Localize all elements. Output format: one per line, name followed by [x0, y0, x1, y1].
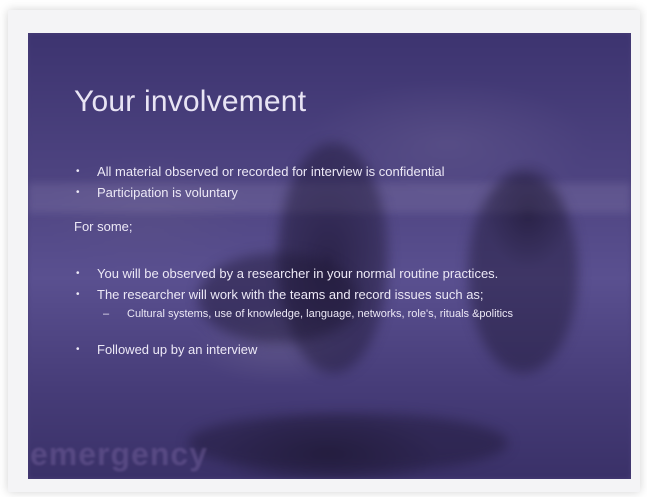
bullet-list-middle: • You will be observed by a researcher i…	[74, 265, 594, 321]
presentation-slide: emergency Your involvement • All materia…	[28, 33, 631, 479]
sub-list-item: – Cultural systems, use of knowledge, la…	[97, 307, 594, 321]
list-item: • All material observed or recorded for …	[74, 163, 594, 180]
bullet-list-top: • All material observed or recorded for …	[74, 163, 594, 201]
list-item: • The researcher will work with the team…	[74, 286, 594, 321]
bullet-icon: •	[76, 344, 80, 355]
list-item-text: All material observed or recorded for in…	[97, 164, 445, 179]
bullet-icon: •	[76, 289, 80, 300]
list-item-text: Followed up by an interview	[97, 342, 258, 357]
list-item: • Followed up by an interview	[74, 341, 594, 358]
list-item-text: You will be observed by a researcher in …	[97, 266, 499, 281]
bullet-icon: •	[76, 268, 80, 279]
sub-bullet-list: – Cultural systems, use of knowledge, la…	[97, 307, 594, 321]
dash-icon: –	[103, 308, 110, 320]
list-item-text: Participation is voluntary	[97, 185, 238, 200]
background-figure	[188, 413, 508, 473]
list-item: • Participation is voluntary	[74, 184, 594, 201]
list-item: • You will be observed by a researcher i…	[74, 265, 594, 282]
sub-list-item-text: Cultural systems, use of knowledge, lang…	[127, 308, 514, 320]
emergency-watermark: emergency	[30, 436, 208, 472]
bullet-icon: •	[76, 187, 80, 198]
plain-text: For some;	[74, 219, 133, 234]
list-item-text: The researcher will work with the teams …	[97, 287, 484, 302]
viewer-frame: emergency Your involvement • All materia…	[0, 0, 647, 497]
bullet-icon: •	[76, 166, 80, 177]
slide-title: Your involvement	[74, 85, 307, 118]
slide-content: • All material observed or recorded for …	[74, 163, 594, 362]
bullet-list-bottom: • Followed up by an interview	[74, 341, 594, 358]
